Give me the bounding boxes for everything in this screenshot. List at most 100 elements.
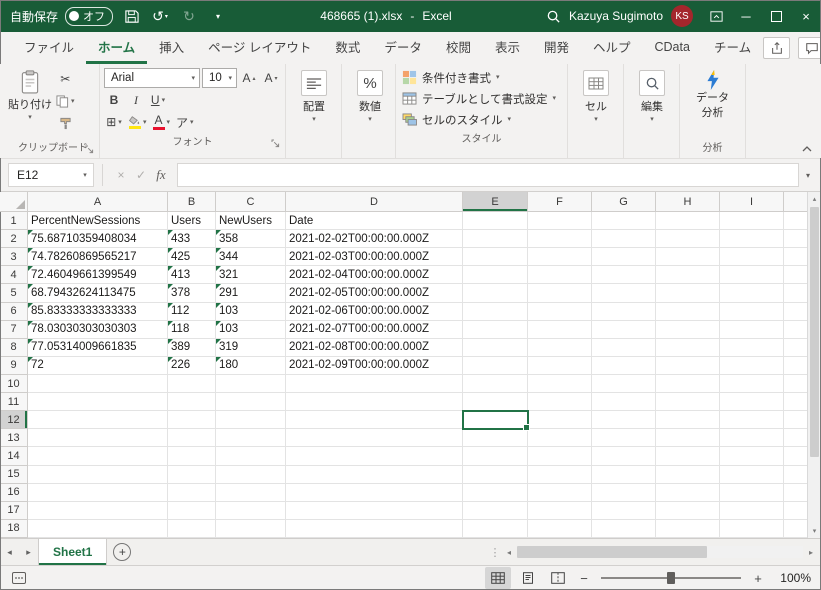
view-normal-button[interactable] — [485, 567, 511, 589]
hscroll-track[interactable] — [517, 546, 803, 558]
cell-D2[interactable]: 2021-02-02T00:00:00.000Z — [286, 230, 463, 248]
cell-G4[interactable] — [592, 266, 656, 284]
cell-H15[interactable] — [656, 466, 720, 484]
cell-A17[interactable] — [28, 502, 168, 520]
cell-I9[interactable] — [720, 357, 784, 375]
tab-review[interactable]: 校閲 — [434, 32, 483, 64]
row-header-14[interactable]: 14 — [0, 447, 28, 465]
tab-help[interactable]: ヘルプ — [581, 32, 643, 64]
cell-A6[interactable]: 85.83333333333333 — [28, 303, 168, 321]
row-header-2[interactable]: 2 — [0, 230, 28, 248]
cell-D10[interactable] — [286, 375, 463, 393]
tab-team[interactable]: チーム — [702, 32, 763, 64]
copy-button[interactable]: ▾ — [54, 91, 77, 111]
cell-A1[interactable]: PercentNewSessions — [28, 212, 168, 230]
cell-A13[interactable] — [28, 429, 168, 447]
cell-H7[interactable] — [656, 321, 720, 339]
cell-B14[interactable] — [168, 447, 216, 465]
cell-C11[interactable] — [216, 393, 286, 411]
cell-C14[interactable] — [216, 447, 286, 465]
cell-F2[interactable] — [528, 230, 592, 248]
column-header-D[interactable]: D — [286, 192, 463, 212]
cell-H12[interactable] — [656, 411, 720, 429]
cell-G18[interactable] — [592, 520, 656, 538]
cell-E1[interactable] — [463, 212, 528, 230]
zoom-slider[interactable] — [601, 577, 741, 579]
cell-I6[interactable] — [720, 303, 784, 321]
number-format-button[interactable]: % 数値 ▾ — [346, 67, 394, 123]
row-header-7[interactable]: 7 — [0, 321, 28, 339]
cell-G15[interactable] — [592, 466, 656, 484]
cell-F18[interactable] — [528, 520, 592, 538]
cell-I4[interactable] — [720, 266, 784, 284]
cell-H11[interactable] — [656, 393, 720, 411]
cell-I5[interactable] — [720, 284, 784, 302]
cell-F16[interactable] — [528, 484, 592, 502]
cell-B11[interactable] — [168, 393, 216, 411]
cell-A14[interactable] — [28, 447, 168, 465]
maximize-button[interactable] — [761, 0, 791, 32]
cell-H4[interactable] — [656, 266, 720, 284]
cell-E3[interactable] — [463, 248, 528, 266]
cell-I7[interactable] — [720, 321, 784, 339]
cell-B4[interactable]: 413 — [168, 266, 216, 284]
cell-B7[interactable]: 118 — [168, 321, 216, 339]
cell-A11[interactable] — [28, 393, 168, 411]
cell-A15[interactable] — [28, 466, 168, 484]
cell-I8[interactable] — [720, 339, 784, 357]
row-header-16[interactable]: 16 — [0, 484, 28, 502]
cell-F1[interactable] — [528, 212, 592, 230]
vscroll-track[interactable] — [808, 458, 821, 524]
tab-page-layout[interactable]: ページ レイアウト — [196, 32, 323, 64]
fill-color-button[interactable]: ▾ — [126, 112, 149, 132]
cell-C9[interactable]: 180 — [216, 357, 286, 375]
column-header-E[interactable]: E — [463, 192, 528, 212]
close-button[interactable]: × — [791, 0, 821, 32]
cell-H1[interactable] — [656, 212, 720, 230]
tab-data[interactable]: データ — [372, 32, 434, 64]
cell-A7[interactable]: 78.03030303030303 — [28, 321, 168, 339]
cell-B12[interactable] — [168, 411, 216, 429]
cell-G12[interactable] — [592, 411, 656, 429]
cancel-button[interactable]: × — [111, 164, 131, 186]
cell-B17[interactable] — [168, 502, 216, 520]
cell-I15[interactable] — [720, 466, 784, 484]
cell-B3[interactable]: 425 — [168, 248, 216, 266]
cell-F10[interactable] — [528, 375, 592, 393]
cell-C17[interactable] — [216, 502, 286, 520]
cell-F12[interactable] — [528, 411, 592, 429]
cell-A12[interactable] — [28, 411, 168, 429]
cell-D14[interactable] — [286, 447, 463, 465]
clipboard-dialog-launcher-icon[interactable] — [85, 145, 94, 154]
cell-I10[interactable] — [720, 375, 784, 393]
cell-B5[interactable]: 378 — [168, 284, 216, 302]
format-painter-button[interactable] — [54, 113, 77, 133]
redo-button[interactable]: ↻ — [178, 0, 200, 32]
cell-F7[interactable] — [528, 321, 592, 339]
alignment-button[interactable]: 配置 ▾ — [290, 67, 338, 123]
cell-H8[interactable] — [656, 339, 720, 357]
cell-G10[interactable] — [592, 375, 656, 393]
quick-access-toolbar-chevron[interactable]: ▾ — [207, 0, 229, 32]
cell-B6[interactable]: 112 — [168, 303, 216, 321]
cell-A18[interactable] — [28, 520, 168, 538]
avatar[interactable]: KS — [671, 5, 693, 27]
row-header-10[interactable]: 10 — [0, 375, 28, 393]
cell-B1[interactable]: Users — [168, 212, 216, 230]
cell-F17[interactable] — [528, 502, 592, 520]
cell-D6[interactable]: 2021-02-06T00:00:00.000Z — [286, 303, 463, 321]
cell-I1[interactable] — [720, 212, 784, 230]
cell-G13[interactable] — [592, 429, 656, 447]
increase-font-size-button[interactable]: A▴ — [239, 68, 259, 88]
cell-G17[interactable] — [592, 502, 656, 520]
cell-styles-button[interactable]: セルのスタイル ▾ — [400, 109, 563, 130]
column-header-F[interactable]: F — [528, 192, 592, 212]
cell-G9[interactable] — [592, 357, 656, 375]
column-header-B[interactable]: B — [168, 192, 216, 212]
status-icon[interactable] — [8, 568, 30, 588]
previous-sheet-button[interactable]: ◂ — [0, 539, 19, 565]
cell-C15[interactable] — [216, 466, 286, 484]
zoom-slider-thumb[interactable] — [667, 572, 675, 584]
save-button[interactable] — [120, 0, 142, 32]
cell-E8[interactable] — [463, 339, 528, 357]
